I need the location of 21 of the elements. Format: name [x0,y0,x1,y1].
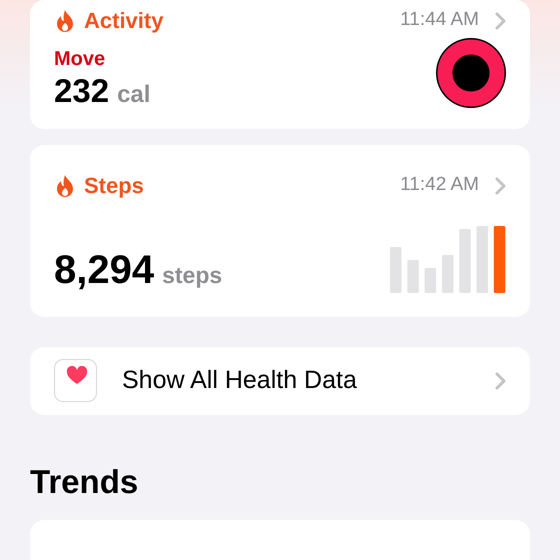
steps-value: 8,294 [54,250,154,290]
move-unit: cal [117,80,150,110]
steps-unit: steps [162,261,222,290]
steps-title: Steps [84,172,144,200]
activity-card[interactable]: Activity 11:44 AM Move 232 cal [30,0,530,129]
flame-icon [54,174,76,198]
chevron-right-icon [495,12,506,30]
health-app-icon [54,359,97,402]
move-label: Move [54,47,106,72]
activity-time: 11:44 AM [400,8,479,32]
chevron-right-icon [495,372,506,390]
steps-card[interactable]: Steps 11:42 AM 8,294 steps [30,145,530,317]
activity-title: Activity [84,7,164,35]
show-all-health-data-row[interactable]: Show All Health Data [30,346,530,415]
activity-ring-icon [435,37,507,109]
flame-icon [54,8,76,32]
trends-heading: Trends [30,465,140,498]
steps-time: 11:42 AM [400,173,479,198]
move-value: 232 [54,74,110,107]
chevron-right-icon [495,176,506,194]
show-all-label: Show All Health Data [122,365,357,396]
